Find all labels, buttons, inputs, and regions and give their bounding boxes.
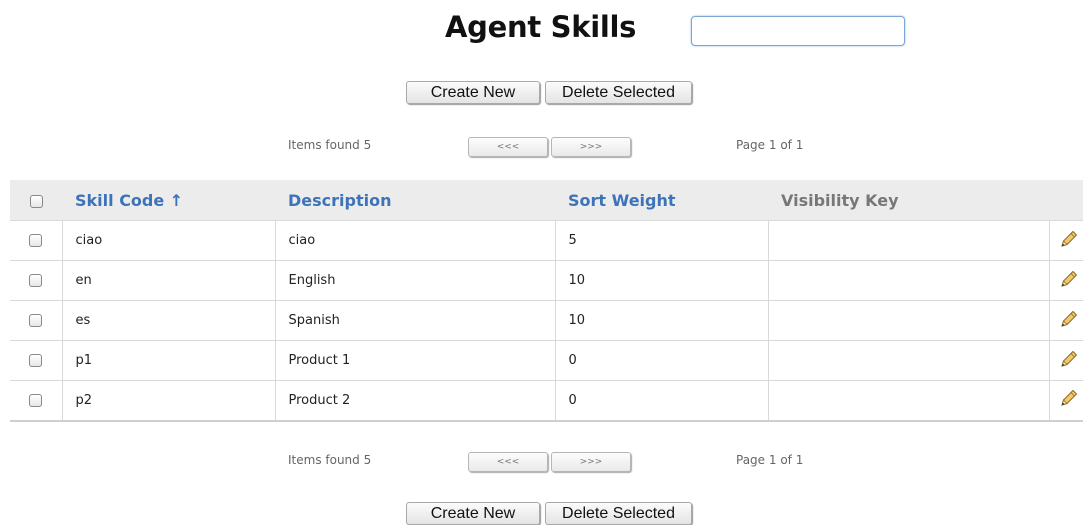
pencil-icon[interactable] xyxy=(1059,309,1079,333)
row-checkbox[interactable] xyxy=(29,234,43,247)
select-all-cell xyxy=(10,180,62,221)
table-row: ciao ciao 5 xyxy=(10,220,1083,261)
column-header-actions xyxy=(1049,180,1083,221)
cell-skill-code: p1 xyxy=(61,340,276,381)
table-row: es Spanish 10 xyxy=(10,300,1083,341)
cell-visibility-key xyxy=(767,260,1050,301)
page-title: Agent Skills xyxy=(445,10,637,44)
row-checkbox[interactable] xyxy=(29,354,43,367)
items-found-text: Items found 5 xyxy=(288,453,372,467)
delete-selected-button[interactable]: Delete Selected xyxy=(545,502,692,525)
cell-description: Product 1 xyxy=(274,340,556,381)
create-new-button[interactable]: Create New xyxy=(406,502,540,525)
cell-sort-weight: 10 xyxy=(554,300,769,341)
row-checkbox[interactable] xyxy=(29,314,43,327)
column-header-visibility-key: Visibility Key xyxy=(768,180,1049,221)
pencil-icon[interactable] xyxy=(1059,229,1079,253)
table-header-row: Skill Code ↑ Description Sort Weight Vis… xyxy=(10,180,1083,221)
cell-skill-code: ciao xyxy=(61,220,276,261)
next-page-button[interactable]: >>> xyxy=(551,137,631,157)
create-new-button[interactable]: Create New xyxy=(406,81,540,104)
cell-visibility-key xyxy=(767,220,1050,261)
page-info-text: Page 1 of 1 xyxy=(736,453,804,467)
skills-table: Skill Code ↑ Description Sort Weight Vis… xyxy=(10,180,1083,422)
next-page-button[interactable]: >>> xyxy=(551,452,631,472)
cell-sort-weight: 0 xyxy=(554,340,769,381)
column-header-sort-weight[interactable]: Sort Weight xyxy=(555,180,768,221)
cell-skill-code: p2 xyxy=(61,380,276,422)
pencil-icon[interactable] xyxy=(1059,349,1079,373)
pencil-icon[interactable] xyxy=(1059,388,1079,412)
cell-description: Product 2 xyxy=(274,380,556,422)
row-checkbox[interactable] xyxy=(29,274,43,287)
column-header-skill-code[interactable]: Skill Code ↑ xyxy=(62,180,275,221)
cell-description: Spanish xyxy=(274,300,556,341)
cell-description: ciao xyxy=(274,220,556,261)
cell-sort-weight: 5 xyxy=(554,220,769,261)
column-header-description[interactable]: Description xyxy=(275,180,555,221)
table-row: p1 Product 1 0 xyxy=(10,340,1083,381)
cell-sort-weight: 10 xyxy=(554,260,769,301)
page-info-text: Page 1 of 1 xyxy=(736,138,804,152)
select-all-checkbox[interactable] xyxy=(29,194,43,208)
cell-sort-weight: 0 xyxy=(554,380,769,422)
table-row: en English 10 xyxy=(10,260,1083,301)
prev-page-button[interactable]: <<< xyxy=(468,452,548,472)
pencil-icon[interactable] xyxy=(1059,269,1079,293)
cell-visibility-key xyxy=(767,380,1050,422)
items-found-text: Items found 5 xyxy=(288,138,372,152)
row-checkbox[interactable] xyxy=(29,393,43,407)
cell-description: English xyxy=(274,260,556,301)
delete-selected-button[interactable]: Delete Selected xyxy=(545,81,692,104)
cell-visibility-key xyxy=(767,340,1050,381)
cell-skill-code: en xyxy=(61,260,276,301)
table-row: p2 Product 2 0 xyxy=(10,380,1083,422)
cell-skill-code: es xyxy=(61,300,276,341)
cell-visibility-key xyxy=(767,300,1050,341)
search-input[interactable] xyxy=(691,16,905,46)
prev-page-button[interactable]: <<< xyxy=(468,137,548,157)
